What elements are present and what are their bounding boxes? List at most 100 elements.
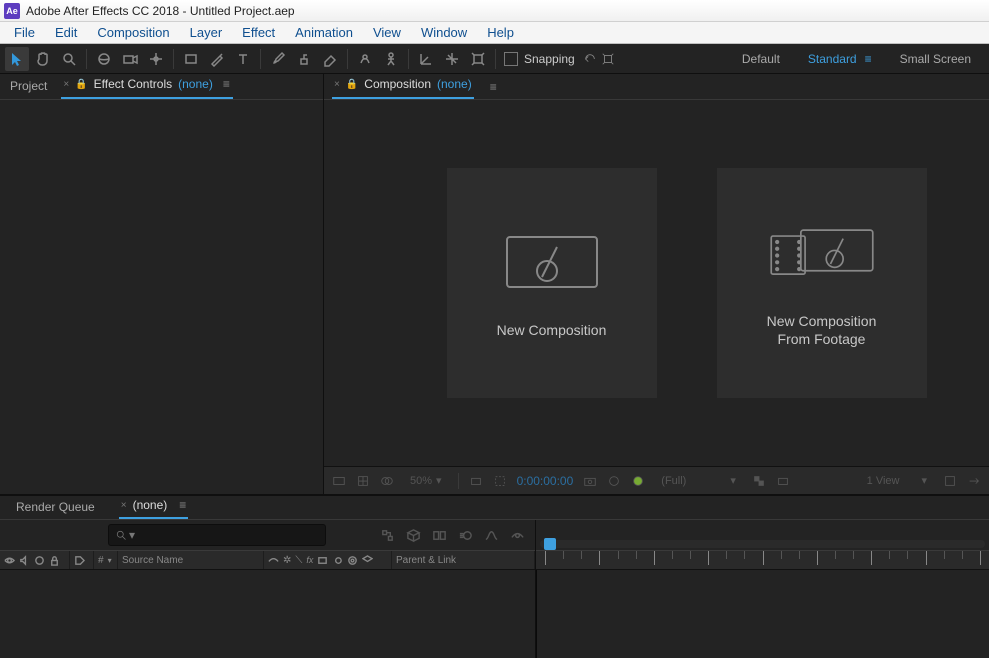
tab-project[interactable]: Project	[8, 75, 49, 99]
pen-tool-icon[interactable]	[205, 47, 229, 71]
workspace-menu-icon[interactable]: ≡	[865, 52, 872, 66]
current-time-indicator-icon[interactable]	[544, 538, 556, 550]
puppet-tool-icon[interactable]	[379, 47, 403, 71]
menu-layer[interactable]: Layer	[180, 23, 233, 42]
resolution-icon[interactable]	[469, 474, 483, 488]
menu-help[interactable]: Help	[477, 23, 524, 42]
selection-tool-icon[interactable]	[5, 47, 29, 71]
col-label[interactable]	[70, 551, 94, 569]
timeline-search-input[interactable]: ▾	[108, 524, 326, 546]
lock-icon[interactable]: 🔒	[75, 79, 87, 90]
project-panel-tabs: Project × 🔒 Effect Controls (none) ≡	[0, 74, 323, 100]
view-layout-dropdown[interactable]: 1 View▾	[861, 474, 933, 487]
close-tab-icon[interactable]: ×	[334, 79, 340, 90]
snap-box-icon[interactable]	[601, 52, 615, 66]
channel-icon[interactable]	[607, 474, 621, 488]
composition-footer: 50%▾ 0:00:00:00 (Full)▾ 1 View▾	[324, 466, 989, 494]
type-tool-icon[interactable]	[231, 47, 255, 71]
menu-edit[interactable]: Edit	[45, 23, 87, 42]
panel-menu-icon[interactable]: ≡	[179, 498, 186, 512]
snapshot-icon[interactable]	[583, 474, 597, 488]
lock-icon[interactable]: 🔒	[346, 79, 358, 90]
new-composition-from-footage-button[interactable]: New Composition From Footage	[717, 168, 927, 398]
label-icon	[74, 555, 85, 566]
local-axis-icon[interactable]	[414, 47, 438, 71]
col-av-features[interactable]	[0, 551, 70, 569]
col-source-name[interactable]: Source Name	[118, 551, 264, 569]
solo-icon	[34, 555, 45, 566]
brush-tool-icon[interactable]	[266, 47, 290, 71]
effect-controls-target: (none)	[178, 77, 213, 91]
tab-effect-controls[interactable]: × 🔒 Effect Controls (none) ≡	[61, 73, 232, 99]
snapping-toggle[interactable]: Snapping	[504, 52, 615, 66]
panel-menu-icon[interactable]: ≡	[490, 80, 497, 94]
composition-mini-flowchart-icon[interactable]	[377, 525, 397, 545]
composition-panel: × 🔒 Composition (none) ≡ New Composition	[324, 74, 989, 494]
world-axis-icon[interactable]	[440, 47, 464, 71]
draft-3d-icon[interactable]	[403, 525, 423, 545]
menu-bar: File Edit Composition Layer Effect Anima…	[0, 22, 989, 44]
roto-brush-tool-icon[interactable]	[353, 47, 377, 71]
panel-menu-icon[interactable]: ≡	[223, 77, 231, 91]
zoom-dropdown[interactable]: 50%▾	[404, 474, 448, 487]
fast-preview-icon[interactable]	[967, 474, 981, 488]
new-composition-from-footage-icon	[767, 218, 877, 288]
shy-icon[interactable]	[507, 525, 527, 545]
workspace-default[interactable]: Default	[742, 52, 780, 66]
hand-tool-icon[interactable]	[31, 47, 55, 71]
timeline-time-ruler	[536, 520, 989, 658]
close-tab-icon[interactable]: ×	[121, 500, 127, 511]
composition-panel-tabs: × 🔒 Composition (none) ≡	[324, 74, 989, 100]
resolution-dropdown[interactable]: (Full)▾	[655, 474, 742, 487]
tab-timeline-none[interactable]: × (none) ≡	[119, 495, 189, 519]
eye-icon	[4, 555, 15, 566]
project-panel: Project × 🔒 Effect Controls (none) ≡	[0, 74, 324, 494]
menu-window[interactable]: Window	[411, 23, 477, 42]
time-ruler[interactable]	[536, 550, 989, 570]
grid-icon[interactable]	[356, 474, 370, 488]
search-icon	[115, 529, 127, 541]
col-number[interactable]: #▾	[94, 551, 118, 569]
clone-stamp-tool-icon[interactable]	[292, 47, 316, 71]
close-tab-icon[interactable]: ×	[63, 79, 69, 90]
new-composition-button[interactable]: New Composition	[447, 168, 657, 398]
menu-effect[interactable]: Effect	[232, 23, 285, 42]
motion-blur-column-icon	[332, 555, 343, 566]
motion-blur-icon[interactable]	[455, 525, 475, 545]
menu-animation[interactable]: Animation	[285, 23, 363, 42]
rectangle-tool-icon[interactable]	[179, 47, 203, 71]
transparency-grid-icon[interactable]	[752, 474, 766, 488]
3d-column-icon	[362, 555, 373, 566]
zoom-tool-icon[interactable]	[57, 47, 81, 71]
current-timecode[interactable]: 0:00:00:00	[517, 474, 574, 488]
tool-bar: Snapping Default Standard ≡ Small Screen	[0, 44, 989, 74]
col-parent-link[interactable]: Parent & Link	[392, 551, 535, 569]
snap-sync-icon[interactable]	[583, 52, 597, 66]
pixel-aspect-icon[interactable]	[943, 474, 957, 488]
graph-editor-icon[interactable]	[481, 525, 501, 545]
window-title: Adobe After Effects CC 2018 - Untitled P…	[26, 4, 295, 18]
frame-blend-icon[interactable]	[429, 525, 449, 545]
view-axis-icon[interactable]	[466, 47, 490, 71]
col-switches[interactable]: ✲ ⟍ fx	[264, 551, 392, 569]
workspace-small-screen[interactable]: Small Screen	[900, 52, 971, 66]
menu-composition[interactable]: Composition	[87, 23, 179, 42]
roi-icon[interactable]	[493, 474, 507, 488]
mask-icon[interactable]	[380, 474, 394, 488]
pan-behind-tool-icon[interactable]	[144, 47, 168, 71]
eraser-tool-icon[interactable]	[318, 47, 342, 71]
workspace-standard[interactable]: Standard ≡	[808, 52, 872, 66]
window-titlebar: Ae Adobe After Effects CC 2018 - Untitle…	[0, 0, 989, 22]
menu-view[interactable]: View	[363, 23, 411, 42]
tab-render-queue[interactable]: Render Queue	[14, 497, 97, 519]
snapping-checkbox-icon[interactable]	[504, 52, 518, 66]
camera-tool-icon[interactable]	[118, 47, 142, 71]
orbit-tool-icon[interactable]	[92, 47, 116, 71]
magnify-icon[interactable]	[332, 474, 346, 488]
app-logo-icon: Ae	[4, 3, 20, 19]
3d-view-icon[interactable]	[776, 474, 790, 488]
tab-composition[interactable]: × 🔒 Composition (none)	[332, 73, 474, 99]
menu-file[interactable]: File	[4, 23, 45, 42]
time-navigator[interactable]	[540, 540, 985, 548]
color-icon[interactable]	[631, 474, 645, 488]
